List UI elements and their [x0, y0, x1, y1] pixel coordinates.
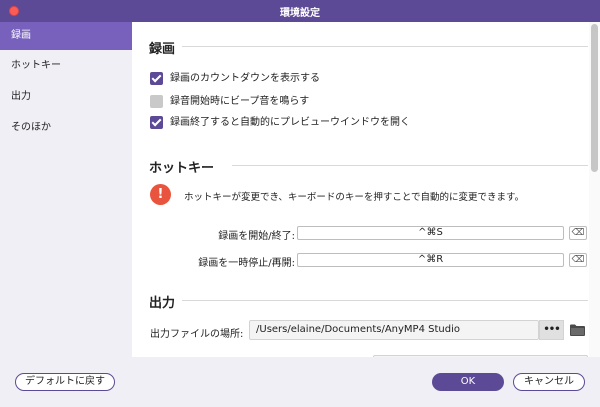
scrollbar-thumb[interactable] [591, 24, 598, 172]
title-bar: 環境設定 [0, 0, 600, 22]
section-divider [182, 300, 588, 301]
browse-path-button[interactable]: ••• [539, 320, 564, 340]
sidebar-item-output[interactable]: 出力 [0, 83, 132, 111]
start-stop-hotkey-label: 録画を開始/終了: [218, 231, 295, 242]
output-path-field[interactable]: /Users/elaine/Documents/AnyMP4 Studio [249, 320, 539, 340]
hotkey-section-title: ホットキー [149, 161, 215, 176]
clear-start-stop-hotkey-icon[interactable]: ⌫ [569, 226, 587, 240]
warning-icon: ! [150, 184, 171, 205]
beep-checkbox[interactable] [150, 95, 163, 108]
countdown-label: 録画のカウントダウンを表示する [170, 73, 320, 84]
folder-icon[interactable] [570, 324, 585, 336]
countdown-checkbox[interactable] [150, 72, 163, 85]
output-location-label: 出力ファイルの場所: [150, 329, 244, 340]
recording-section-title: 録画 [149, 42, 176, 57]
beep-label: 録音開始時にビープ音を鳴らす [170, 96, 310, 107]
sidebar: 録画 ホットキー 出力 そのほか [0, 22, 132, 357]
clear-pause-resume-hotkey-icon[interactable]: ⌫ [569, 253, 587, 267]
output-section-title: 出力 [149, 296, 176, 311]
preview-label: 録画終了すると自動的にプレビューウインドウを開く [170, 117, 410, 128]
start-stop-hotkey-field[interactable]: ^⌘S [297, 226, 564, 240]
section-divider [232, 165, 588, 166]
sidebar-item-hotkey[interactable]: ホットキー [0, 52, 132, 80]
preview-checkbox[interactable] [150, 116, 163, 129]
sidebar-item-other[interactable]: そのほか [0, 114, 132, 142]
section-divider [182, 46, 588, 47]
sidebar-item-recording[interactable]: 録画 [0, 22, 132, 50]
restore-defaults-button[interactable]: デフォルトに戻す [15, 373, 115, 391]
pause-resume-hotkey-field[interactable]: ^⌘R [297, 253, 564, 267]
window-title: 環境設定 [280, 8, 320, 19]
cancel-button[interactable]: キャンセル [513, 373, 585, 391]
ok-button[interactable]: OK [432, 373, 504, 391]
pause-resume-hotkey-label: 録画を一時停止/再開: [198, 258, 295, 269]
hotkey-warning-text: ホットキーが変更でき、キーボードのキーを押すことで自動的に変更できます。 [184, 192, 525, 203]
